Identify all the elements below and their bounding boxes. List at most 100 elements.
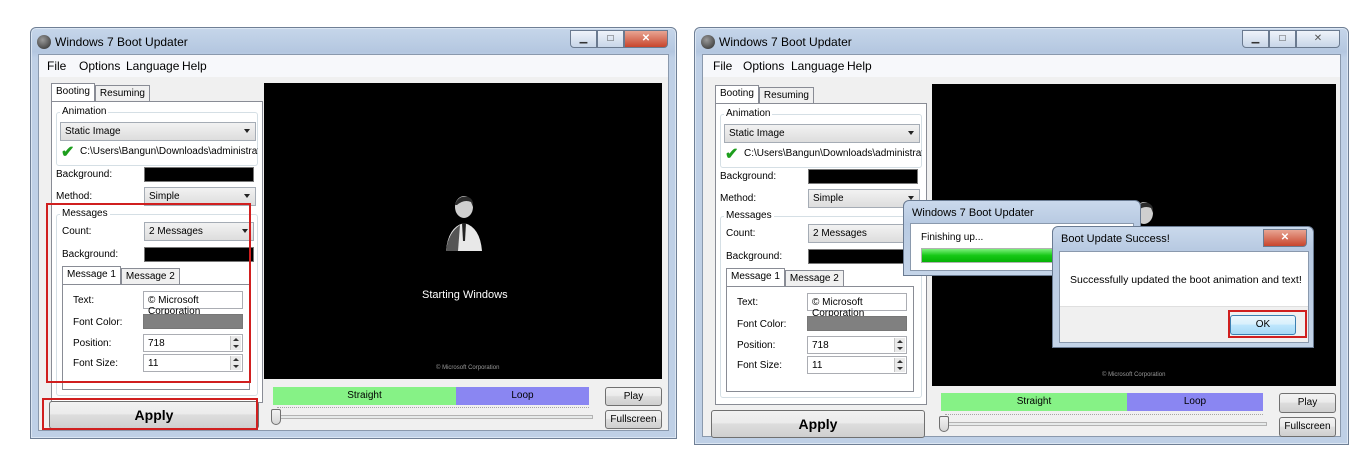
- font-color-swatch[interactable]: [807, 316, 907, 331]
- preview-copyright: © Microsoft Corporation: [1102, 372, 1166, 378]
- checkmark-icon: ✔: [61, 144, 75, 161]
- timeline-slider-thumb[interactable]: [939, 416, 949, 432]
- minimize-button[interactable]: ▁: [570, 30, 597, 48]
- font-size-label: Font Size:: [737, 360, 783, 371]
- position-value: 718: [812, 340, 829, 351]
- close-button[interactable]: ✕: [1263, 229, 1307, 247]
- font-color-label: Font Color:: [737, 319, 787, 330]
- tab-booting[interactable]: Booting: [715, 85, 759, 103]
- method-value: Simple: [813, 193, 844, 204]
- text-label: Text:: [737, 297, 759, 308]
- menu-options[interactable]: Options: [79, 59, 120, 73]
- menu-language[interactable]: Language: [126, 59, 179, 73]
- loop-segment[interactable]: Loop: [1127, 393, 1263, 411]
- position-label: Position:: [737, 340, 776, 351]
- tab-booting[interactable]: Booting: [51, 83, 95, 101]
- tab-resuming[interactable]: Resuming: [94, 85, 150, 101]
- loop-segment[interactable]: Loop: [456, 387, 589, 405]
- timeline-slider-track[interactable]: [941, 422, 1267, 426]
- title-bar[interactable]: Windows 7 Boot Updater ▁ □ ✕: [31, 28, 676, 54]
- message-count-dropdown[interactable]: 2 Messages: [808, 224, 918, 243]
- method-label: Method:: [56, 191, 93, 202]
- close-button[interactable]: ✕: [1296, 30, 1340, 48]
- play-button[interactable]: Play: [605, 387, 662, 406]
- fullscreen-label: Fullscreen: [610, 414, 657, 425]
- animation-group-label: Animation: [724, 108, 773, 119]
- message-background-label: Background:: [726, 251, 783, 262]
- font-size-stepper[interactable]: 11: [807, 356, 907, 374]
- tab-resuming[interactable]: Resuming: [758, 87, 814, 103]
- maximize-button[interactable]: □: [1269, 30, 1296, 48]
- booting-pane: Animation Static Image ✔ C:\Users\Bangun…: [715, 103, 927, 405]
- chevron-down-icon: [244, 129, 250, 133]
- play-button[interactable]: Play: [1279, 393, 1336, 413]
- window-title: Windows 7 Boot Updater: [55, 35, 188, 49]
- fullscreen-button[interactable]: Fullscreen: [605, 410, 662, 429]
- timeline-slider-track[interactable]: [273, 415, 593, 419]
- fullscreen-button[interactable]: Fullscreen: [1279, 417, 1336, 437]
- highlight-messages-box: [46, 203, 251, 383]
- tab-message-2[interactable]: Message 2: [784, 270, 844, 286]
- app-icon: [37, 35, 51, 49]
- animation-file-path: C:\Users\Bangun\Downloads\administrator.…: [80, 146, 258, 157]
- animation-group-label: Animation: [60, 106, 109, 117]
- starting-windows-text: Starting Windows: [422, 289, 508, 301]
- spin-arrows-icon[interactable]: [894, 358, 905, 372]
- message-text-input[interactable]: © Microsoft Corporation: [807, 293, 907, 319]
- messages-group-label: Messages: [724, 210, 774, 221]
- progress-status: Finishing up...: [921, 232, 984, 243]
- animation-file-path: C:\Users\Bangun\Downloads\administrator.…: [744, 148, 922, 159]
- animation-type-dropdown[interactable]: Static Image: [60, 122, 256, 141]
- minimize-button[interactable]: ▁: [1242, 30, 1269, 48]
- menu-language[interactable]: Language: [791, 59, 844, 73]
- straight-segment[interactable]: Straight: [941, 393, 1127, 411]
- animation-type-dropdown[interactable]: Static Image: [724, 124, 920, 143]
- message-count-value: 2 Messages: [813, 228, 867, 239]
- highlight-apply-box: [42, 398, 258, 430]
- spin-arrows-icon[interactable]: [894, 338, 905, 352]
- menu-bar: File Options Language Help: [39, 55, 668, 77]
- menu-file[interactable]: File: [47, 59, 66, 73]
- play-label: Play: [623, 391, 644, 402]
- animation-type-value: Static Image: [729, 128, 785, 139]
- background-color-swatch[interactable]: [808, 169, 918, 184]
- preview-copyright: © Microsoft Corporation: [436, 365, 500, 371]
- menu-help[interactable]: Help: [182, 59, 207, 73]
- menu-file[interactable]: File: [713, 59, 732, 73]
- fullscreen-label: Fullscreen: [1284, 421, 1331, 432]
- straight-label: Straight: [347, 390, 382, 401]
- straight-segment[interactable]: Straight: [273, 387, 456, 405]
- progress-dialog-title: Windows 7 Boot Updater: [912, 207, 1034, 219]
- timeline-slider-thumb[interactable]: [271, 409, 281, 425]
- message-pane: Text: © Microsoft Corporation Font Color…: [726, 286, 914, 392]
- success-dialog-title: Boot Update Success!: [1061, 233, 1170, 245]
- message-background-swatch[interactable]: [808, 249, 918, 264]
- success-message: Successfully updated the boot animation …: [1070, 274, 1302, 286]
- menu-bar: File Options Language Help: [703, 55, 1340, 77]
- close-button[interactable]: ✕: [624, 30, 668, 48]
- method-value: Simple: [149, 191, 180, 202]
- font-size-value: 11: [812, 360, 823, 371]
- animation-type-value: Static Image: [65, 126, 121, 137]
- loop-label: Loop: [511, 390, 534, 401]
- checkmark-icon: ✔: [725, 146, 739, 163]
- play-label: Play: [1297, 397, 1318, 408]
- background-label: Background:: [56, 169, 113, 180]
- menu-help[interactable]: Help: [847, 59, 872, 73]
- method-label: Method:: [720, 193, 757, 204]
- boot-preview: Starting Windows © Microsoft Corporation: [264, 83, 662, 379]
- background-label: Background:: [720, 171, 777, 182]
- menu-options[interactable]: Options: [743, 59, 784, 73]
- position-stepper[interactable]: 718: [807, 336, 907, 354]
- apply-button[interactable]: Apply: [711, 410, 925, 438]
- maximize-button[interactable]: □: [597, 30, 624, 48]
- app-icon: [701, 35, 715, 49]
- title-bar[interactable]: Windows 7 Boot Updater ▁ □ ✕: [695, 28, 1348, 54]
- loop-label: Loop: [1183, 396, 1207, 407]
- tab-message-1[interactable]: Message 1: [726, 268, 785, 286]
- chevron-down-icon: [244, 194, 250, 198]
- tab-message-1[interactable]: Message 1: [62, 266, 121, 284]
- apply-label: Apply: [798, 416, 838, 432]
- background-color-swatch[interactable]: [144, 167, 254, 182]
- straight-label: Straight: [1016, 396, 1052, 407]
